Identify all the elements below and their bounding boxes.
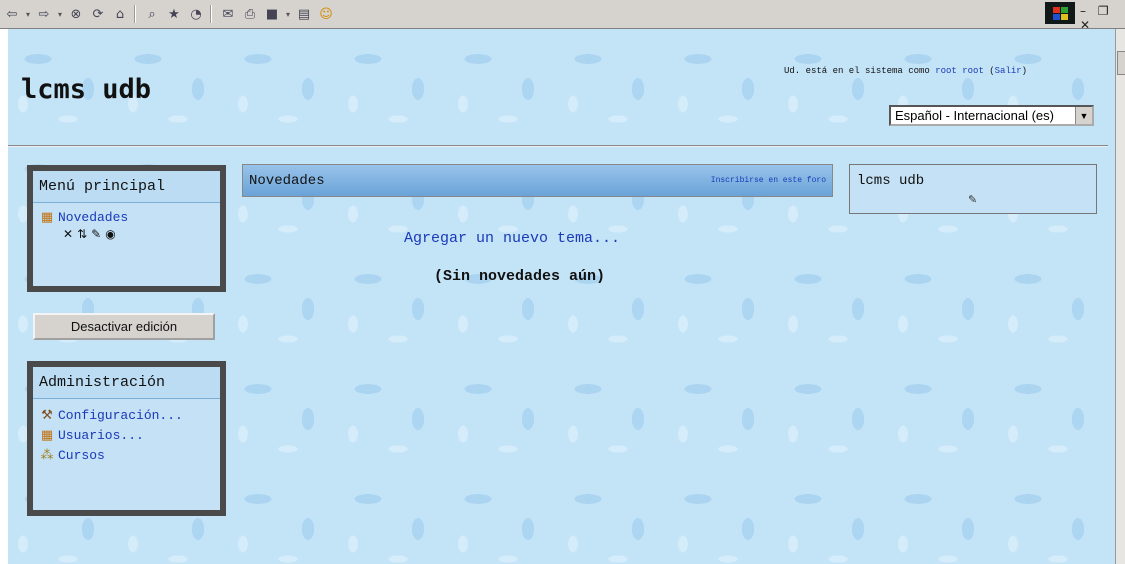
toggle-editing-button[interactable]: Desactivar edición [33, 313, 215, 340]
admin-item-users[interactable]: ▦ Usuarios... [33, 425, 220, 445]
admin-item-label: Usuarios... [58, 427, 144, 443]
visibility-eye-icon[interactable]: ◉ [105, 227, 115, 241]
site-summary-block: lcms udb ✎ [849, 164, 1097, 214]
language-select-value: Español - Internacional (es) [895, 108, 1054, 123]
home-icon[interactable]: ⌂ [110, 4, 130, 24]
admin-item-label: Configuración... [58, 407, 183, 423]
users-icon: ▦ [40, 427, 54, 443]
move-icon[interactable]: ⇅ [77, 227, 87, 241]
edit-icon[interactable]: ■ [262, 4, 282, 24]
forum-icon: ▦ [40, 209, 54, 225]
stop-icon[interactable]: ⊗ [66, 4, 86, 24]
browser-toolbar: ⇦ ▾ ⇨ ▾ ⊗ ⟳ ⌂ ⌕ ★ ◔ ✉ ⎙ ■ ▾ ▤ ☺ [0, 0, 1125, 29]
forward-dropdown-icon[interactable]: ▾ [56, 4, 64, 24]
site-name: lcms udb [21, 74, 152, 105]
admin-item-label: Cursos [58, 447, 105, 463]
admin-block-body: Administración ⚒ Configuración... ▦ Usua… [33, 367, 220, 510]
mail-icon[interactable]: ✉ [218, 4, 238, 24]
messenger-icon[interactable]: ☺ [316, 4, 336, 24]
logout-link[interactable]: Salir [995, 66, 1022, 76]
subscribe-forum-link[interactable]: Inscribirse en este foro [711, 176, 826, 185]
print-icon[interactable]: ⎙ [240, 4, 260, 24]
news-forum-header: Novedades Inscribirse en este foro [242, 164, 833, 197]
admin-item-configuration[interactable]: ⚒ Configuración... [33, 405, 220, 425]
delete-icon[interactable]: ✕ [63, 227, 73, 241]
main-menu-block: Menú principal ▦ Novedades ✕ ⇅ ✎ ◉ [27, 165, 226, 292]
edit-pencil-icon[interactable]: ✎ [91, 227, 101, 241]
header-divider [8, 145, 1108, 147]
favorites-icon[interactable]: ★ [164, 4, 184, 24]
login-info: Ud. está en el sistema como root root (S… [784, 66, 1028, 76]
refresh-icon[interactable]: ⟳ [88, 4, 108, 24]
courses-icon: ⁂ [40, 447, 54, 463]
add-topic-link[interactable]: Agregar un nuevo tema... [404, 230, 620, 247]
login-prefix: Ud. está en el sistema como [784, 66, 930, 76]
item-edit-controls: ✕ ⇅ ✎ ◉ [33, 227, 220, 241]
back-icon[interactable]: ⇦ [2, 4, 22, 24]
discuss-icon[interactable]: ▤ [294, 4, 314, 24]
toolbar-separator [210, 5, 212, 23]
main-menu-title: Menú principal [33, 171, 220, 203]
news-forum-title: Novedades [249, 173, 325, 189]
main-menu-item-novedades[interactable]: ▦ Novedades [33, 203, 220, 227]
chevron-down-icon[interactable]: ▼ [1075, 107, 1092, 124]
admin-title: Administración [33, 367, 220, 399]
tools-icon: ⚒ [41, 407, 53, 423]
admin-block: Administración ⚒ Configuración... ▦ Usua… [27, 361, 226, 516]
scrollbar-thumb[interactable] [1117, 51, 1125, 75]
back-dropdown-icon[interactable]: ▾ [24, 4, 32, 24]
toolbar-separator [134, 5, 136, 23]
main-menu-item-label: Novedades [58, 209, 129, 225]
empty-news-message: (Sin novedades aún) [434, 268, 606, 285]
edit-pencil-icon[interactable]: ✎ [968, 193, 977, 206]
edit-dropdown-icon[interactable]: ▾ [284, 4, 292, 24]
site-summary-title: lcms udb [857, 173, 925, 189]
window-controls[interactable]: – ❐ ✕ [1080, 4, 1125, 32]
forward-icon[interactable]: ⇨ [34, 4, 54, 24]
language-select[interactable]: Español - Internacional (es) ▼ [889, 105, 1094, 126]
search-icon[interactable]: ⌕ [142, 4, 162, 24]
history-icon[interactable]: ◔ [186, 4, 206, 24]
windows-logo-icon [1045, 2, 1075, 24]
main-menu-block-body: Menú principal ▦ Novedades ✕ ⇅ ✎ ◉ [33, 171, 220, 286]
scrollbar[interactable] [1115, 29, 1125, 564]
login-user-link[interactable]: root root [935, 66, 984, 76]
admin-item-courses[interactable]: ⁂ Cursos [33, 445, 220, 465]
